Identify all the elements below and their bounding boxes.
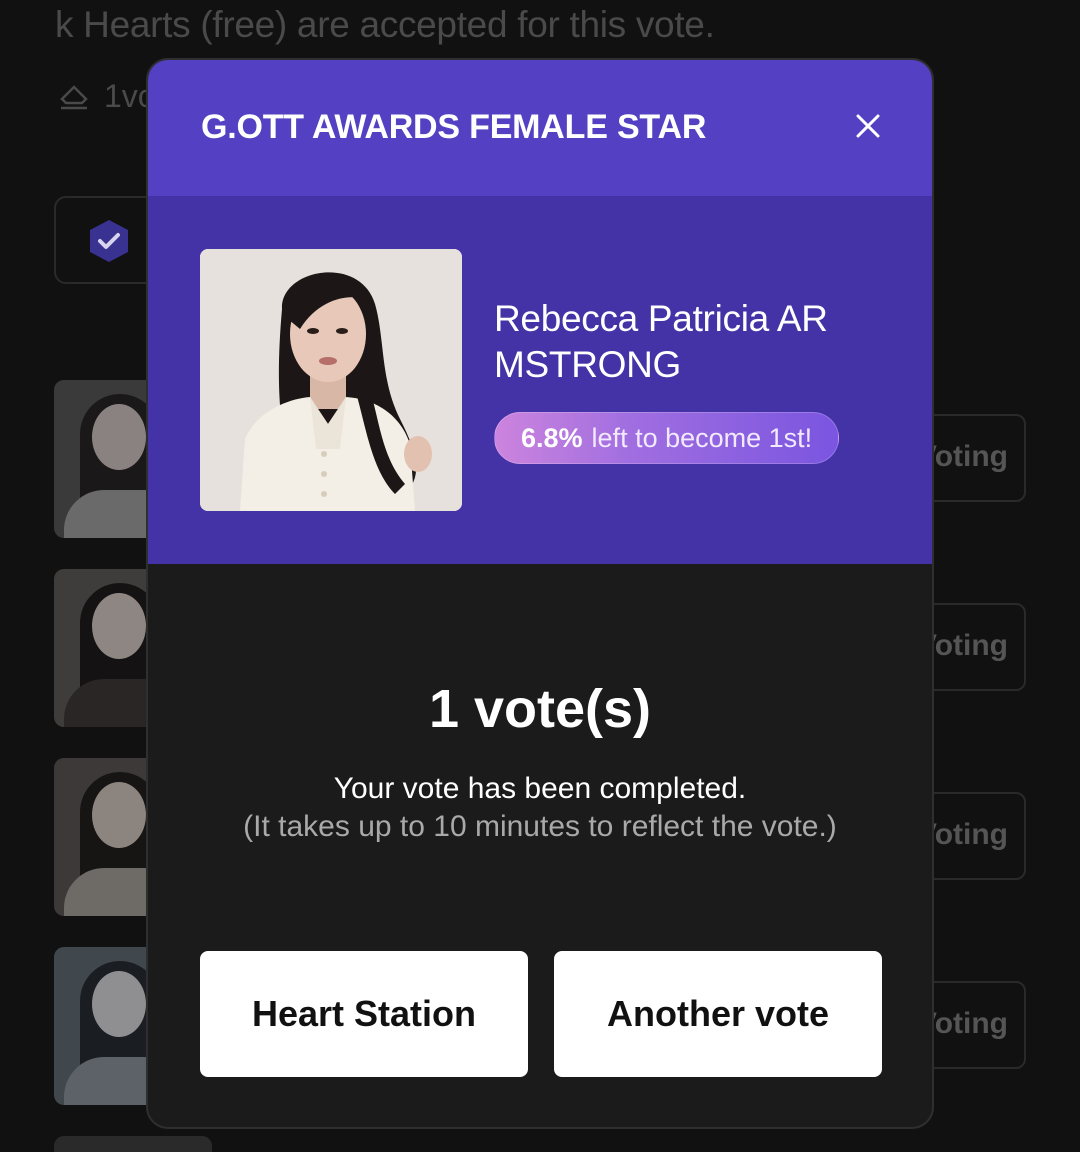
ticket-icon <box>60 84 88 109</box>
vote-notice-text: k Hearts (free) are accepted for this vo… <box>55 4 715 45</box>
vote-complete-modal: G.OTT AWARDS FEMALE STAR Rebecca Patrici… <box>146 58 934 1129</box>
modal-title: G.OTT AWARDS FEMALE STAR <box>201 108 707 146</box>
another-vote-button[interactable]: Another vote <box>554 951 882 1077</box>
candidate-photo <box>200 249 462 511</box>
rank-gap-badge: 6.8% left to become 1st! <box>494 412 840 464</box>
heart-station-button[interactable]: Heart Station <box>200 951 528 1077</box>
vote-complete-message: Your vote has been completed. <box>333 772 747 805</box>
votes-cast: 1 vote(s) <box>428 679 652 739</box>
modal-header: G.OTT AWARDS FEMALE STAR <box>148 60 932 196</box>
candidate-thumbnail <box>54 1136 212 1152</box>
candidate-name: Rebecca Patricia AR MSTRONG <box>494 298 828 385</box>
candidate-portrait-image <box>200 249 462 511</box>
close-icon <box>856 114 880 138</box>
vote-reflect-note: (It takes up to 10 minutes to reflect th… <box>243 810 837 843</box>
candidate-panel: Rebecca Patricia AR MSTRONG 6.8% left to… <box>148 196 932 564</box>
close-button[interactable] <box>850 108 886 144</box>
rank-gap-percent: 6.8% <box>521 422 583 453</box>
verified-check-icon <box>90 220 128 262</box>
rank-gap-text: left to become 1st! <box>591 422 813 453</box>
vote-count-indicator: 1vc <box>58 78 154 115</box>
